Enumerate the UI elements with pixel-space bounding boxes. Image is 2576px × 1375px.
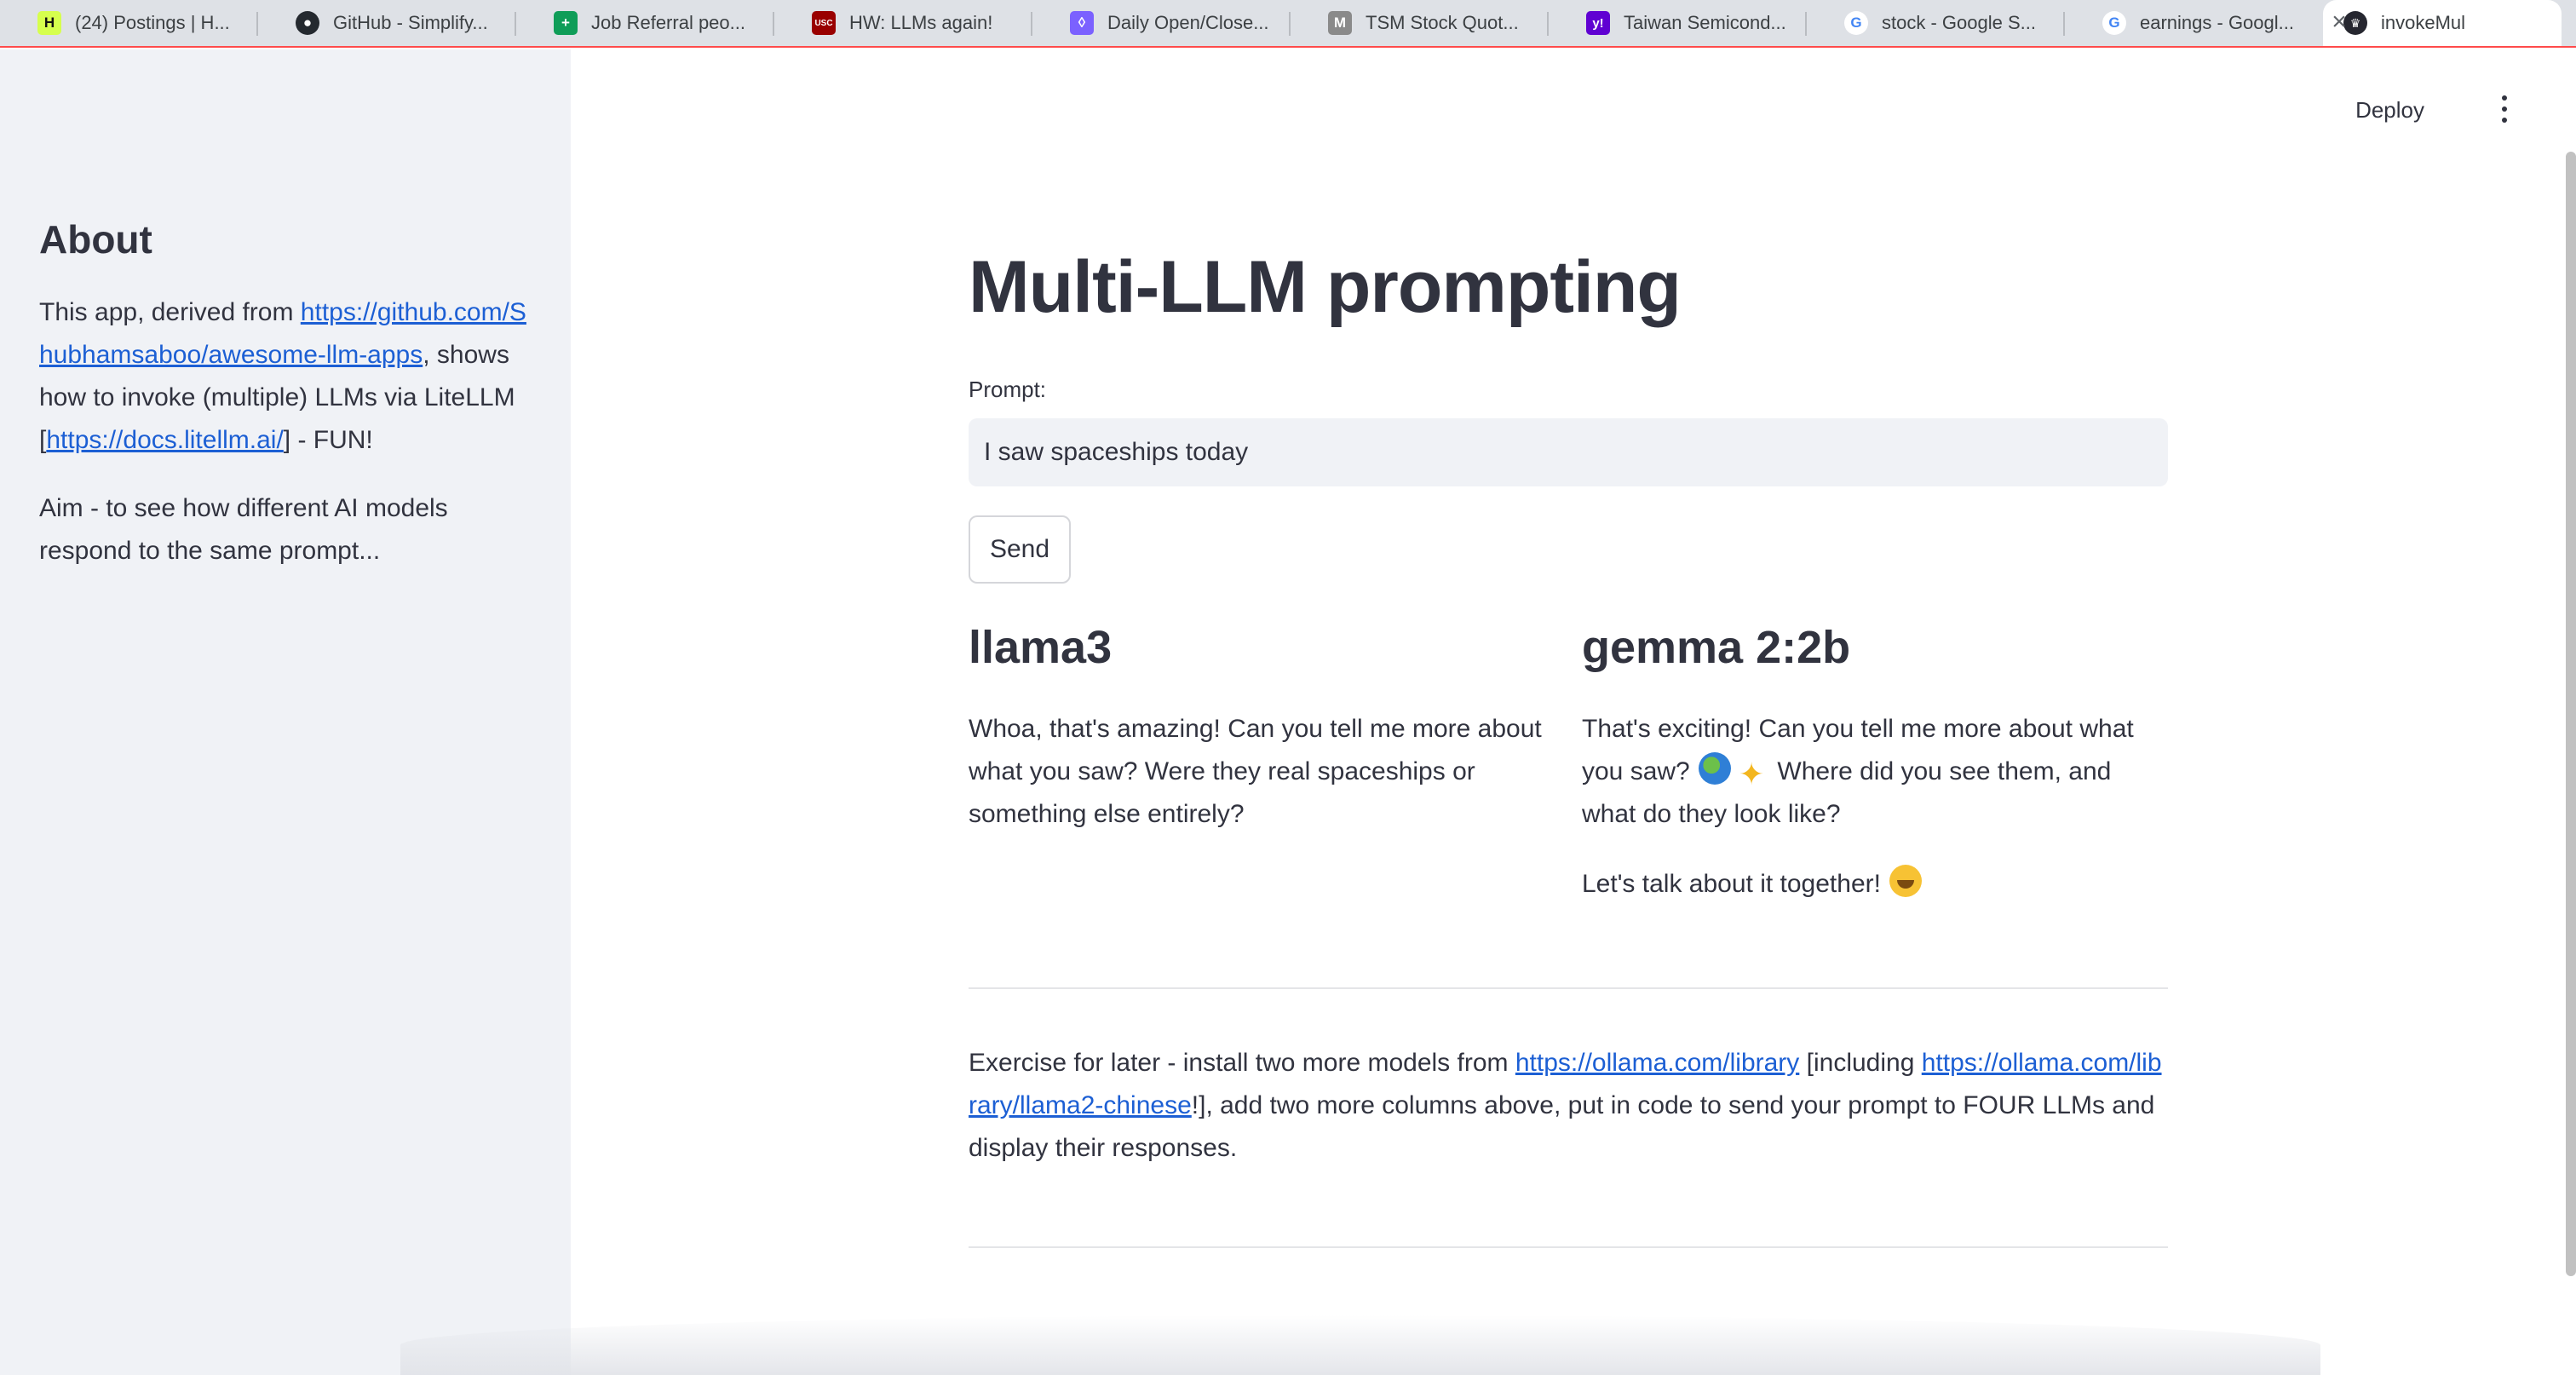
- sidebar-description: This app, derived from https://github.co…: [39, 291, 532, 462]
- tab-title: stock - Google S...: [1882, 12, 2036, 33]
- tab-title: Daily Open/Close...: [1107, 12, 1269, 33]
- tab-title: HW: LLMs again!: [849, 12, 993, 33]
- model-name: llama3: [969, 622, 1113, 673]
- github-icon: ●: [296, 11, 319, 35]
- sidebar-heading: About: [39, 217, 152, 262]
- divider: [969, 987, 2168, 989]
- response-text: Let's talk about it together!: [1582, 870, 1881, 898]
- prompt-label: Prompt:: [969, 377, 1047, 402]
- model-name: gemma 2:2b: [1582, 622, 1851, 673]
- browser-tab[interactable]: G stock - Google S...: [1807, 0, 2065, 46]
- m-icon: M: [1328, 11, 1352, 35]
- browser-tab[interactable]: USC HW: LLMs again!: [774, 0, 1032, 46]
- yahoo-icon: y!: [1586, 11, 1610, 35]
- browser-tab[interactable]: G earnings - Googl...: [2065, 0, 2323, 46]
- shooting-star-emoji-icon: ✦: [1739, 757, 1765, 791]
- google-icon: G: [1844, 11, 1868, 35]
- scrollbar[interactable]: [2566, 152, 2576, 1276]
- model-columns: llama3 Whoa, that's amazing! Can you tel…: [969, 621, 2168, 906]
- send-button[interactable]: Send: [969, 515, 1071, 584]
- polygon-icon: ◊: [1070, 11, 1094, 35]
- sheets-icon: +: [554, 11, 578, 35]
- browser-tab-strip: H (24) Postings | H... ● GitHub - Simpli…: [0, 0, 2576, 48]
- ollama-library-link[interactable]: https://ollama.com/library: [1515, 1049, 1799, 1077]
- litellm-docs-link[interactable]: https://docs.litellm.ai/: [46, 426, 283, 454]
- browser-tab[interactable]: M TSM Stock Quot...: [1291, 0, 1549, 46]
- main-menu-icon[interactable]: [2493, 92, 2516, 126]
- smile-emoji-icon: [1889, 865, 1923, 897]
- main-area: Deploy Multi-LLM prompting Prompt: Send …: [400, 49, 2576, 1375]
- browser-tab[interactable]: ● GitHub - Simplify...: [258, 0, 516, 46]
- main-content: Multi-LLM prompting Prompt: Send llama3 …: [969, 49, 2168, 1248]
- page-title: Multi-LLM prompting: [969, 246, 1682, 328]
- deploy-button[interactable]: Deploy: [2345, 92, 2435, 129]
- tab-title: (24) Postings | H...: [75, 12, 230, 33]
- exercise-note: Exercise for later - install two more mo…: [969, 1042, 2168, 1170]
- tab-title: earnings - Googl...: [2140, 12, 2294, 33]
- exercise-text: Exercise for later - install two more mo…: [969, 1049, 1515, 1077]
- tab-title: TSM Stock Quot...: [1366, 12, 1519, 33]
- browser-tab-active[interactable]: ♛ invokeMul: [2323, 0, 2562, 46]
- sidebar-text: ] - FUN!: [283, 426, 373, 454]
- sidebar-text: This app, derived from: [39, 298, 301, 326]
- tab-title: GitHub - Simplify...: [333, 12, 488, 33]
- google-icon: G: [2102, 11, 2126, 35]
- bottom-shadow: [400, 1315, 2320, 1375]
- close-tab-icon[interactable]: ×: [2324, 7, 2355, 37]
- tab-title: Job Referral peo...: [591, 12, 745, 33]
- browser-tab[interactable]: + Job Referral peo...: [516, 0, 774, 46]
- browser-tab[interactable]: ◊ Daily Open/Close...: [1032, 0, 1291, 46]
- tab-title: invokeMul: [2381, 12, 2466, 33]
- sidebar-aim: Aim - to see how different AI models res…: [39, 494, 448, 565]
- handshake-icon: H: [37, 11, 61, 35]
- divider: [969, 1246, 2168, 1248]
- model-response-followup: Let's talk about it together!: [1582, 863, 2168, 906]
- browser-tab[interactable]: H (24) Postings | H...: [0, 0, 258, 46]
- browser-tab[interactable]: y! Taiwan Semicond...: [1549, 0, 1807, 46]
- tab-title: Taiwan Semicond...: [1624, 12, 1786, 33]
- model-response: That's exciting! Can you tell me more ab…: [1582, 708, 2168, 836]
- globe-emoji-icon: [1699, 752, 1732, 785]
- model-column: llama3 Whoa, that's amazing! Can you tel…: [969, 621, 1582, 906]
- exercise-text: [including: [1799, 1049, 1922, 1077]
- usc-icon: USC: [812, 11, 836, 35]
- sidebar: About This app, derived from https://git…: [0, 49, 571, 1375]
- prompt-input[interactable]: [969, 418, 2168, 486]
- model-response: Whoa, that's amazing! Can you tell me mo…: [969, 715, 1542, 828]
- model-column: gemma 2:2b That's exciting! Can you tell…: [1582, 621, 2168, 906]
